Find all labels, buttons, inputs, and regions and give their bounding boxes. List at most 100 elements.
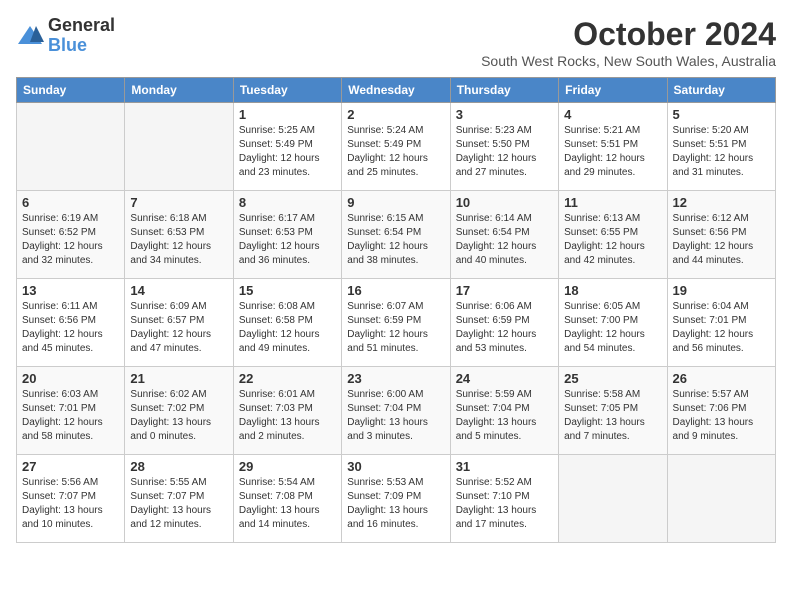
day-number: 13 (22, 283, 119, 298)
day-cell: 10Sunrise: 6:14 AMSunset: 6:54 PMDayligh… (450, 191, 558, 279)
day-number: 21 (130, 371, 227, 386)
day-number: 2 (347, 107, 444, 122)
day-info: Sunrise: 6:07 AMSunset: 6:59 PMDaylight:… (347, 300, 444, 356)
day-number: 1 (239, 107, 336, 122)
day-info: Sunrise: 5:53 AMSunset: 7:09 PMDaylight:… (347, 476, 444, 532)
day-cell: 15 Sunrise: 6:08 AMSunset: 6:58 PMDayligh… (233, 279, 341, 367)
day-number: 11 (564, 195, 661, 210)
day-number: 4 (564, 107, 661, 122)
header-sunday: Sunday (17, 78, 125, 103)
day-number: 9 (347, 195, 444, 210)
day-number: 17 (456, 283, 553, 298)
day-number: 31 (456, 459, 553, 474)
day-cell: 16 Sunrise: 6:07 AMSunset: 6:59 PMDayligh… (342, 279, 450, 367)
day-cell: 24 Sunrise: 5:59 AMSunset: 7:04 PMDayligh… (450, 367, 558, 455)
day-cell: 27Sunrise: 5:56 AMSunset: 7:07 PMDayligh… (17, 455, 125, 543)
day-cell: 26Sunrise: 5:57 AMSunset: 7:06 PMDayligh… (667, 367, 775, 455)
subtitle: South West Rocks, New South Wales, Austr… (481, 53, 776, 69)
week-row-3: 13 Sunrise: 6:11 AMSunset: 6:56 PMDayligh… (17, 279, 776, 367)
day-info: Sunrise: 5:56 AMSunset: 7:07 PMDaylight:… (22, 476, 119, 532)
day-info: Sunrise: 6:02 AMSunset: 7:02 PMDaylight:… (130, 388, 227, 444)
day-cell: 31 Sunrise: 5:52 AMSunset: 7:10 PMDayligh… (450, 455, 558, 543)
day-number: 15 (239, 283, 336, 298)
day-number: 5 (673, 107, 770, 122)
day-info: Sunrise: 6:03 AMSunset: 7:01 PMDaylight:… (22, 388, 119, 444)
day-number: 23 (347, 371, 444, 386)
day-cell: 14 Sunrise: 6:09 AMSunset: 6:57 PMDayligh… (125, 279, 233, 367)
day-number: 14 (130, 283, 227, 298)
header-row: Sunday Monday Tuesday Wednesday Thursday… (17, 78, 776, 103)
day-info: Sunrise: 5:54 AMSunset: 7:08 PMDaylight:… (239, 476, 336, 532)
day-cell: 8 Sunrise: 6:17 AMSunset: 6:53 PMDaylight… (233, 191, 341, 279)
week-row-5: 27Sunrise: 5:56 AMSunset: 7:07 PMDayligh… (17, 455, 776, 543)
day-number: 19 (673, 283, 770, 298)
day-number: 28 (130, 459, 227, 474)
day-number: 8 (239, 195, 336, 210)
day-info: Sunrise: 5:59 AMSunset: 7:04 PMDaylight:… (456, 388, 553, 444)
day-info: Sunrise: 6:04 AMSunset: 7:01 PMDaylight:… (673, 300, 770, 356)
day-number: 18 (564, 283, 661, 298)
day-cell: 13 Sunrise: 6:11 AMSunset: 6:56 PMDayligh… (17, 279, 125, 367)
logo: General Blue (16, 16, 115, 56)
day-info: Sunrise: 5:23 AMSunset: 5:50 PMDaylight:… (456, 124, 553, 180)
week-row-2: 6 Sunrise: 6:19 AMSunset: 6:52 PMDaylight… (17, 191, 776, 279)
day-cell: 22Sunrise: 6:01 AMSunset: 7:03 PMDayligh… (233, 367, 341, 455)
day-cell: 3 Sunrise: 5:23 AMSunset: 5:50 PMDaylight… (450, 103, 558, 191)
day-info: Sunrise: 5:52 AMSunset: 7:10 PMDaylight:… (456, 476, 553, 532)
day-info: Sunrise: 5:55 AMSunset: 7:07 PMDaylight:… (130, 476, 227, 532)
day-info: Sunrise: 6:08 AMSunset: 6:58 PMDaylight:… (239, 300, 336, 356)
header-friday: Friday (559, 78, 667, 103)
day-info: Sunrise: 6:05 AMSunset: 7:00 PMDaylight:… (564, 300, 661, 356)
header-monday: Monday (125, 78, 233, 103)
day-info: Sunrise: 5:24 AMSunset: 5:49 PMDaylight:… (347, 124, 444, 180)
day-number: 26 (673, 371, 770, 386)
day-cell: 11Sunrise: 6:13 AMSunset: 6:55 PMDayligh… (559, 191, 667, 279)
day-number: 16 (347, 283, 444, 298)
day-cell: 2 Sunrise: 5:24 AMSunset: 5:49 PMDaylight… (342, 103, 450, 191)
day-info: Sunrise: 6:12 AMSunset: 6:56 PMDaylight:… (673, 212, 770, 268)
day-number: 24 (456, 371, 553, 386)
page-header: General Blue October 2024 South West Roc… (16, 16, 776, 69)
day-info: Sunrise: 6:09 AMSunset: 6:57 PMDaylight:… (130, 300, 227, 356)
header-thursday: Thursday (450, 78, 558, 103)
day-number: 3 (456, 107, 553, 122)
logo-text-general: General (48, 15, 115, 35)
week-row-4: 20Sunrise: 6:03 AMSunset: 7:01 PMDayligh… (17, 367, 776, 455)
day-cell: 18 Sunrise: 6:05 AMSunset: 7:00 PMDayligh… (559, 279, 667, 367)
day-cell: 9 Sunrise: 6:15 AMSunset: 6:54 PMDaylight… (342, 191, 450, 279)
day-number: 10 (456, 195, 553, 210)
calendar: Sunday Monday Tuesday Wednesday Thursday… (16, 77, 776, 543)
day-cell: 19 Sunrise: 6:04 AMSunset: 7:01 PMDayligh… (667, 279, 775, 367)
day-info: Sunrise: 5:58 AMSunset: 7:05 PMDaylight:… (564, 388, 661, 444)
day-info: Sunrise: 6:06 AMSunset: 6:59 PMDaylight:… (456, 300, 553, 356)
day-cell: 21 Sunrise: 6:02 AMSunset: 7:02 PMDayligh… (125, 367, 233, 455)
day-info: Sunrise: 6:15 AMSunset: 6:54 PMDaylight:… (347, 212, 444, 268)
day-info: Sunrise: 6:11 AMSunset: 6:56 PMDaylight:… (22, 300, 119, 356)
day-cell (667, 455, 775, 543)
day-number: 22 (239, 371, 336, 386)
day-number: 6 (22, 195, 119, 210)
day-cell (17, 103, 125, 191)
day-info: Sunrise: 6:00 AMSunset: 7:04 PMDaylight:… (347, 388, 444, 444)
day-info: Sunrise: 5:25 AMSunset: 5:49 PMDaylight:… (239, 124, 336, 180)
day-cell: 17 Sunrise: 6:06 AMSunset: 6:59 PMDayligh… (450, 279, 558, 367)
day-info: Sunrise: 5:21 AMSunset: 5:51 PMDaylight:… (564, 124, 661, 180)
day-info: Sunrise: 6:17 AMSunset: 6:53 PMDaylight:… (239, 212, 336, 268)
day-info: Sunrise: 6:19 AMSunset: 6:52 PMDaylight:… (22, 212, 119, 268)
day-number: 29 (239, 459, 336, 474)
header-wednesday: Wednesday (342, 78, 450, 103)
day-cell: 6 Sunrise: 6:19 AMSunset: 6:52 PMDaylight… (17, 191, 125, 279)
day-cell: 7Sunrise: 6:18 AMSunset: 6:53 PMDaylight… (125, 191, 233, 279)
logo-text-blue: Blue (48, 35, 87, 55)
week-row-1: 1 Sunrise: 5:25 AMSunset: 5:49 PMDaylight… (17, 103, 776, 191)
day-cell (125, 103, 233, 191)
day-info: Sunrise: 5:20 AMSunset: 5:51 PMDaylight:… (673, 124, 770, 180)
day-cell: 30Sunrise: 5:53 AMSunset: 7:09 PMDayligh… (342, 455, 450, 543)
day-number: 25 (564, 371, 661, 386)
header-tuesday: Tuesday (233, 78, 341, 103)
header-saturday: Saturday (667, 78, 775, 103)
day-cell: 23 Sunrise: 6:00 AMSunset: 7:04 PMDayligh… (342, 367, 450, 455)
day-cell (559, 455, 667, 543)
title-block: October 2024 South West Rocks, New South… (481, 16, 776, 69)
day-cell: 4 Sunrise: 5:21 AMSunset: 5:51 PMDaylight… (559, 103, 667, 191)
